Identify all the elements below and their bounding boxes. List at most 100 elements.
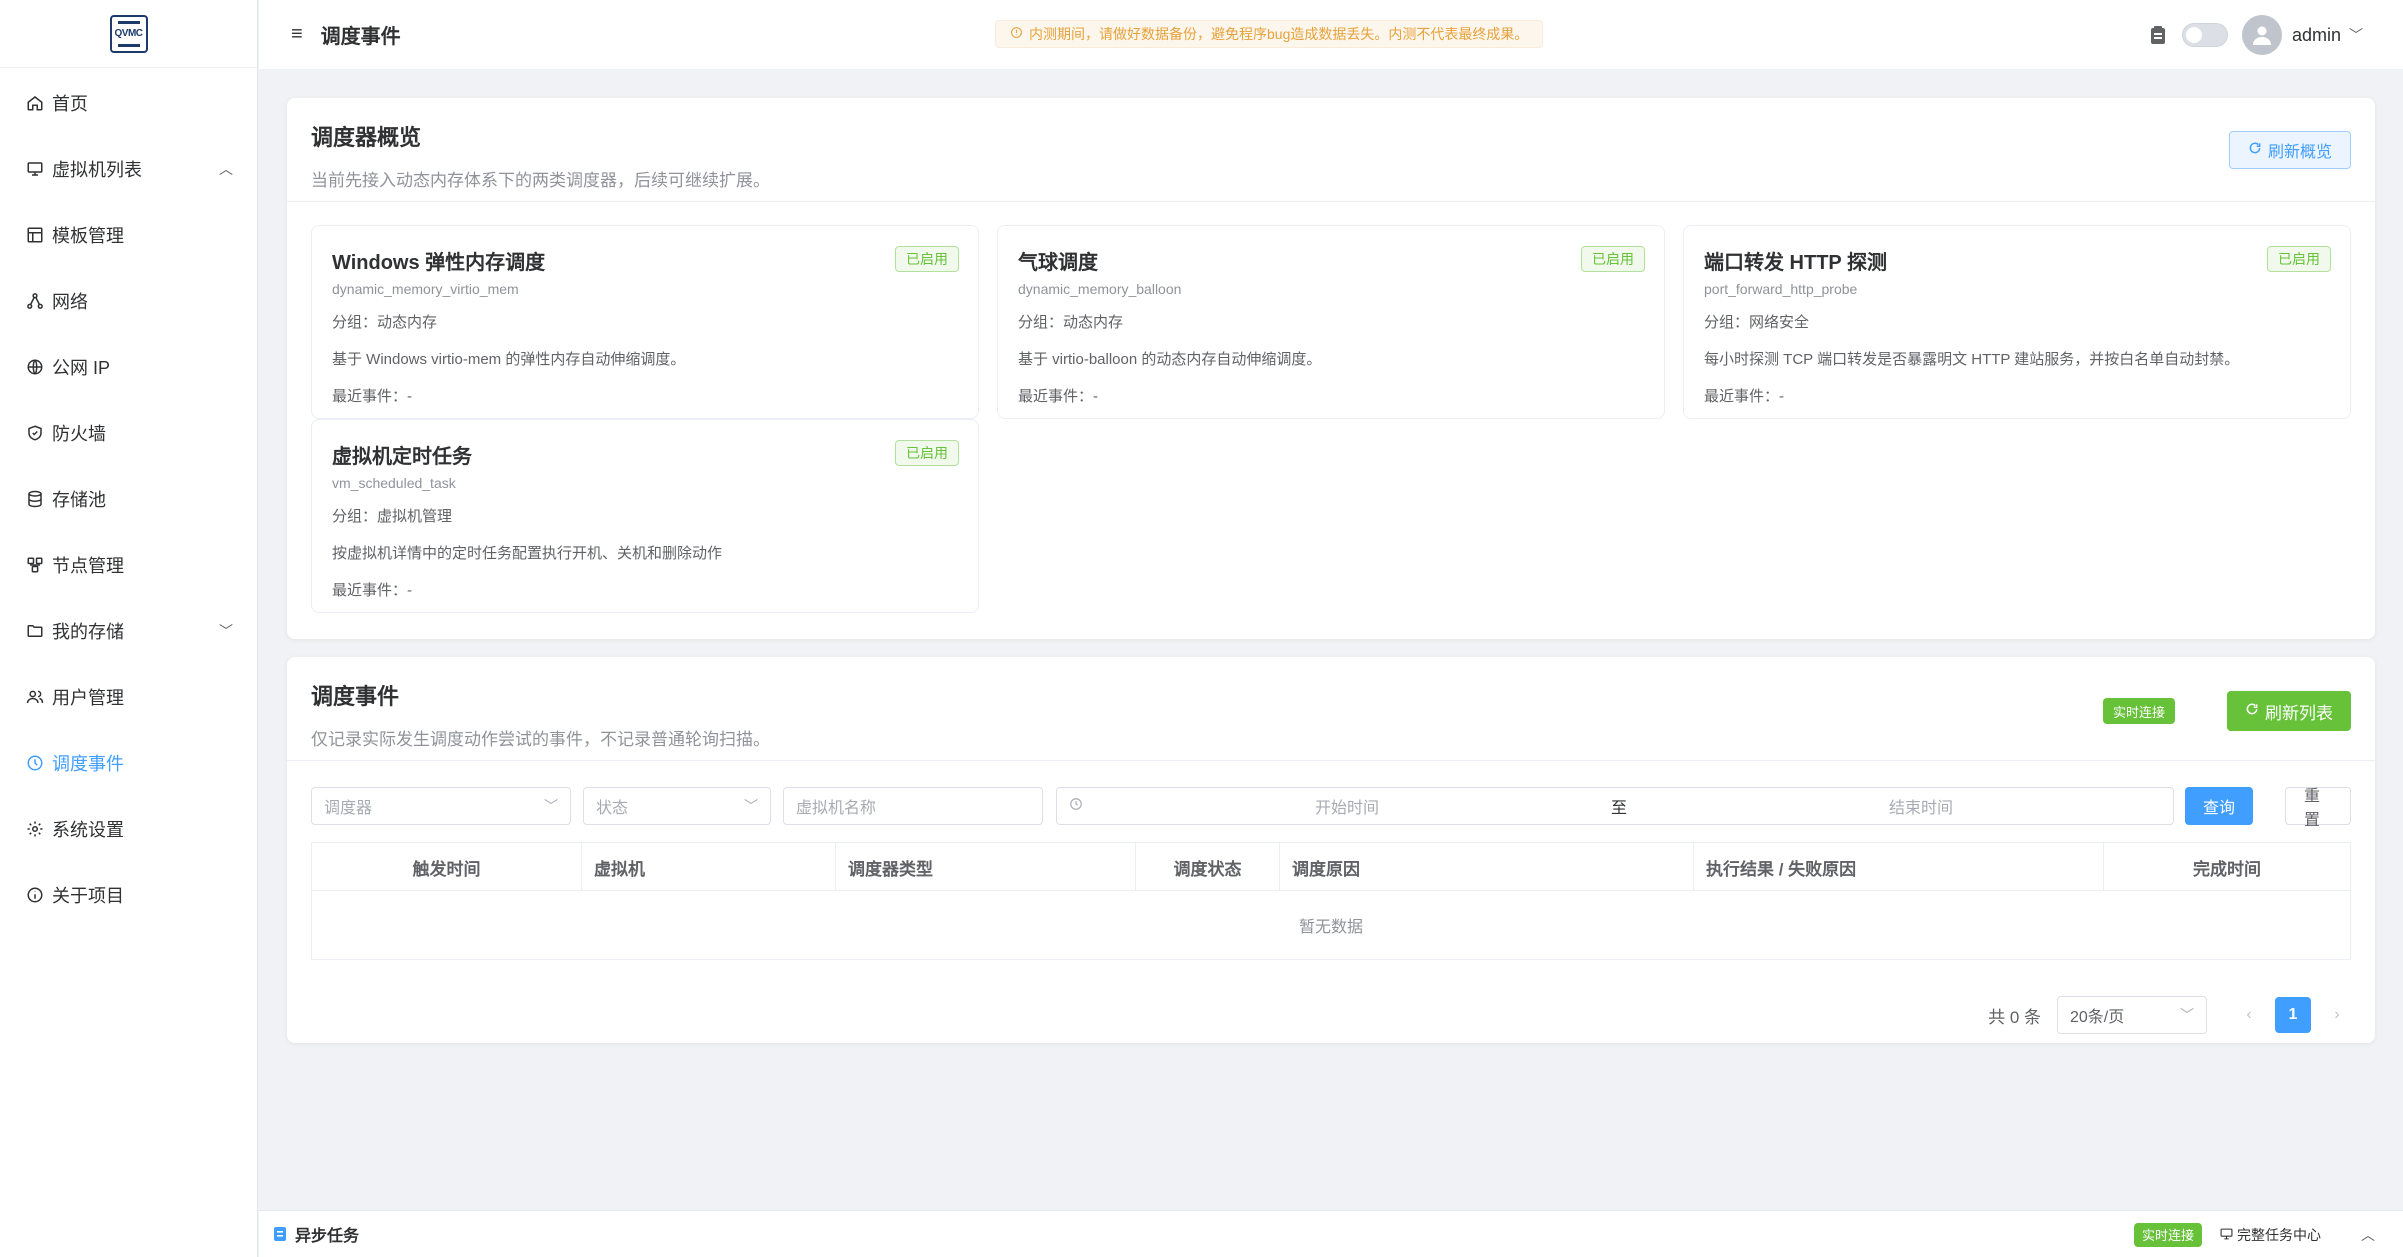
sidebar-item-templates[interactable]: 模板管理 <box>0 202 257 268</box>
chevron-down-icon: ﹀ <box>744 798 758 814</box>
refresh-overview-label: 刷新概览 <box>2267 144 2332 161</box>
warning-icon <box>1010 26 1023 42</box>
user-name[interactable]: admin <box>2292 25 2341 46</box>
sidebar-item-label: 用户管理 <box>52 688 124 708</box>
calendar-clock-icon <box>1069 797 1083 816</box>
column-header-reason[interactable]: 调度原因 <box>1280 843 1694 891</box>
live-connection-badge: 实时连接 <box>2133 1222 2202 1247</box>
sidebar-item-about[interactable]: 关于项目 <box>0 862 257 928</box>
scheduler-title: 气球调度 <box>1018 252 1098 274</box>
scheduler-card: 气球调度 dynamic_memory_balloon 分组：动态内存 基于 v… <box>997 225 1665 419</box>
sidebar-item-public-ip[interactable]: 公网 IP <box>0 334 257 400</box>
column-header-status[interactable]: 调度状态 <box>1136 843 1280 891</box>
header-actions: admin ﹀ <box>2150 0 2363 70</box>
events-subtitle: 仅记录实际发生调度动作尝试的事件，不记录普通轮询扫描。 <box>311 730 770 749</box>
scheduler-group: 分组：网络安全 <box>1704 314 1810 331</box>
vm-name-input[interactable]: 虚拟机名称 <box>783 787 1043 825</box>
async-task-title[interactable]: 异步任务 <box>295 1222 359 1246</box>
query-button[interactable]: 查询 <box>2185 787 2254 825</box>
theme-toggle[interactable] <box>2181 23 2228 47</box>
network-icon <box>24 290 46 312</box>
page-number-current[interactable]: 1 <box>2275 997 2311 1033</box>
sidebar-item-network[interactable]: 网络 <box>0 268 257 334</box>
scheduler-last-event: 最近事件：- <box>332 388 412 405</box>
scheduler-title: 虚拟机定时任务 <box>332 446 472 468</box>
clipboard-icon[interactable] <box>2150 25 2166 45</box>
status-badge: 已启用 <box>1581 246 1645 272</box>
chevron-up-icon: ︿ <box>219 161 233 177</box>
column-header-trigger-time[interactable]: 触发时间 <box>312 843 582 891</box>
avatar[interactable] <box>2241 15 2282 55</box>
scheduler-code: dynamic_memory_virtio_mem <box>332 281 519 297</box>
task-center-link[interactable]: 完整任务中心 <box>2220 1225 2321 1245</box>
beta-notice: 内测期间，请做好数据备份，避免程序bug造成数据丢失。内测不代表最终成果。 <box>995 20 1544 48</box>
refresh-overview-button[interactable]: 刷新概览 <box>2228 131 2351 169</box>
sidebar-item-settings[interactable]: 系统设置 <box>0 796 257 862</box>
logo-text: QVMC <box>114 28 144 39</box>
sidebar-item-vm-list[interactable]: 虚拟机列表 ︿ <box>0 136 257 202</box>
chevron-down-icon: ﹀ <box>544 798 558 814</box>
overview-subtitle: 当前先接入动态内存体系下的两类调度器，后续可继续扩展。 <box>311 171 770 190</box>
live-connection-badge: 实时连接 <box>2102 698 2175 724</box>
scheduler-group: 分组：虚拟机管理 <box>332 508 453 525</box>
sidebar-item-label: 系统设置 <box>52 820 124 840</box>
scheduler-group: 分组：动态内存 <box>332 314 438 331</box>
status-badge: 已启用 <box>895 246 959 272</box>
sidebar-item-my-storage[interactable]: 我的存储 ﹀ <box>0 598 257 664</box>
start-time-placeholder[interactable]: 开始时间 <box>1137 794 1557 818</box>
prev-page-button[interactable]: ‹ <box>2235 1006 2263 1024</box>
scheduler-title: Windows 弹性内存调度 <box>332 252 546 274</box>
chevron-down-icon: ﹀ <box>219 623 233 639</box>
date-range-picker[interactable]: 开始时间 至 结束时间 <box>1056 787 2174 825</box>
shield-icon <box>24 422 46 444</box>
sidebar-item-firewall[interactable]: 防火墙 <box>0 400 257 466</box>
column-header-finish-time[interactable]: 完成时间 <box>2104 843 2350 891</box>
sidebar-item-label: 网络 <box>52 292 88 312</box>
column-header-vm[interactable]: 虚拟机 <box>582 843 836 891</box>
sidebar-item-label: 首页 <box>52 94 88 114</box>
vm-name-placeholder: 虚拟机名称 <box>796 800 877 817</box>
scheduler-card: 端口转发 HTTP 探测 port_forward_http_probe 分组：… <box>1683 225 2351 419</box>
logo-area: QVMC <box>0 0 257 68</box>
scheduler-select[interactable]: 调度器 ﹀ <box>311 787 571 825</box>
column-header-scheduler-type[interactable]: 调度器类型 <box>836 843 1136 891</box>
scheduler-desc: 基于 Windows virtio-mem 的弹性内存自动伸缩调度。 <box>332 351 686 368</box>
template-icon <box>24 224 46 246</box>
page-title: 调度事件 <box>320 26 401 48</box>
sidebar-item-users[interactable]: 用户管理 <box>0 664 257 730</box>
sidebar-item-nodes[interactable]: 节点管理 <box>0 532 257 598</box>
reset-button[interactable]: 重置 <box>2285 787 2351 829</box>
sidebar-item-label: 我的存储 <box>52 622 124 642</box>
folder-icon <box>24 620 46 642</box>
status-select[interactable]: 状态 ﹀ <box>583 787 771 825</box>
status-badge: 已启用 <box>2267 246 2331 272</box>
sidebar-item-schedule-events[interactable]: 调度事件 <box>0 730 257 796</box>
home-icon <box>24 92 46 114</box>
sidebar-item-storage-pool[interactable]: 存储池 <box>0 466 257 532</box>
chevron-down-icon[interactable]: ﹀ <box>2349 25 2363 45</box>
chevron-down-icon: ﹀ <box>2180 1007 2194 1023</box>
empty-row: 暂无数据 <box>312 891 2350 959</box>
refresh-list-button[interactable]: 刷新列表 <box>2227 691 2351 731</box>
top-header: ≡ 调度事件 内测期间，请做好数据备份，避免程序bug造成数据丢失。内测不代表最… <box>259 0 2403 70</box>
monitor-icon <box>24 158 46 180</box>
next-page-button[interactable]: › <box>2323 1006 2351 1024</box>
chevron-up-icon[interactable]: ︿ <box>2361 1225 2375 1245</box>
column-header-result[interactable]: 执行结果 / 失败原因 <box>1694 843 2104 891</box>
menu-toggle-icon[interactable]: ≡ <box>291 23 303 46</box>
sidebar-item-home[interactable]: 首页 <box>0 70 257 136</box>
scheduler-last-event: 最近事件：- <box>1018 388 1098 405</box>
logo[interactable]: QVMC <box>109 14 148 53</box>
scheduler-select-placeholder: 调度器 <box>324 800 373 817</box>
range-separator: 至 <box>1610 800 1627 817</box>
events-table: 触发时间 虚拟机 调度器类型 调度状态 调度原因 执行结果 / 失败原因 完成时… <box>311 842 2351 960</box>
page-size-select[interactable]: 20条/页 ﹀ <box>2057 996 2207 1034</box>
scheduler-overview-card: 调度器概览 当前先接入动态内存体系下的两类调度器，后续可继续扩展。 刷新概览 W… <box>287 98 2375 639</box>
clock-icon <box>24 752 46 774</box>
async-task-actions: 实时连接 完整任务中心 ︿ <box>2133 1211 2375 1257</box>
reset-label: 重置 <box>2304 788 2321 829</box>
status-badge: 已启用 <box>895 440 959 466</box>
status-select-placeholder: 状态 <box>596 800 629 817</box>
app-root: QVMC 首页 虚拟机列表 ︿ 模板管理 网络 公网 IP 防火墙 存储池 节点… <box>0 0 2403 1257</box>
end-time-placeholder[interactable]: 结束时间 <box>1681 794 2161 818</box>
